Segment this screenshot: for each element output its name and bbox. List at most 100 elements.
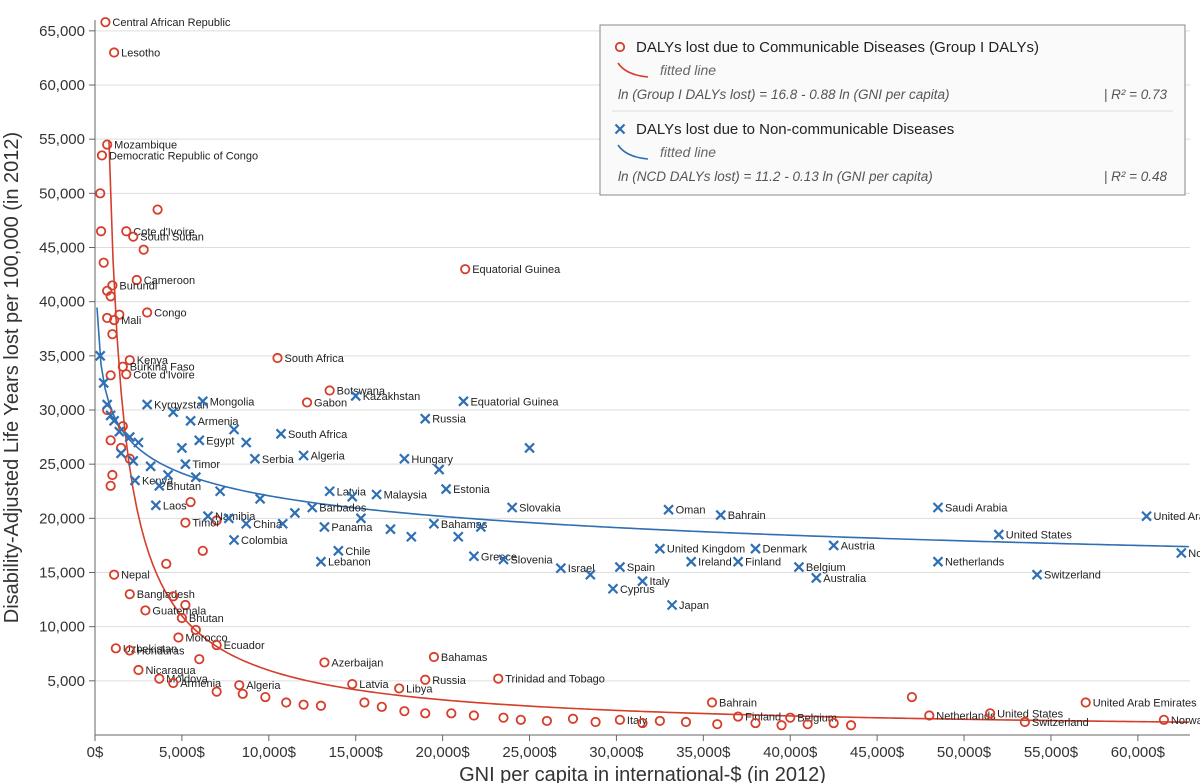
point-label: Finland bbox=[745, 712, 781, 724]
data-point-circle bbox=[360, 698, 368, 706]
y-tick-label: 10,000 bbox=[39, 619, 85, 636]
data-point-circle bbox=[494, 674, 502, 682]
point-label: Bahamas bbox=[441, 519, 488, 531]
data-point-circle bbox=[317, 702, 325, 710]
data-point-circle bbox=[682, 718, 690, 726]
point-label: Japan bbox=[679, 600, 709, 612]
point-label: Switzerland bbox=[1044, 570, 1101, 582]
data-point-circle bbox=[517, 716, 525, 724]
point-label: Mali bbox=[121, 315, 141, 327]
data-point-circle bbox=[908, 693, 916, 701]
data-point-circle bbox=[101, 18, 109, 26]
point-label: Slovenia bbox=[510, 555, 553, 567]
x-tick-label: 30,000$ bbox=[589, 744, 644, 761]
data-point-circle bbox=[303, 398, 311, 406]
point-label: Italy bbox=[627, 715, 648, 727]
point-label: Oman bbox=[676, 505, 706, 517]
x-tick-label: 40,000$ bbox=[763, 744, 818, 761]
data-point-circle bbox=[421, 709, 429, 717]
point-label: Democratic Republic of Congo bbox=[109, 150, 258, 162]
data-point-circle bbox=[299, 700, 307, 708]
data-point-circle bbox=[110, 48, 118, 56]
point-label: Nepal bbox=[121, 570, 150, 582]
data-point-circle bbox=[106, 482, 114, 490]
data-point-circle bbox=[470, 711, 478, 719]
legend-series1-sub: fitted line bbox=[660, 62, 716, 78]
data-point-circle bbox=[325, 386, 333, 394]
data-point-circle bbox=[708, 698, 716, 706]
legend-series2-sub: fitted line bbox=[660, 144, 716, 160]
x-tick-label: 50,000$ bbox=[937, 744, 992, 761]
data-point-circle bbox=[395, 684, 403, 692]
point-label: Denmark bbox=[762, 544, 807, 556]
data-point-circle bbox=[239, 690, 247, 698]
data-point-circle bbox=[139, 245, 147, 253]
point-label: United Kingdom bbox=[667, 544, 745, 556]
x-tick-label: 55,000$ bbox=[1024, 744, 1079, 761]
point-label: Hungary bbox=[411, 454, 453, 466]
y-tick-label: 65,000 bbox=[39, 23, 85, 40]
data-point-circle bbox=[616, 716, 624, 724]
data-point-circle bbox=[108, 330, 116, 338]
data-point-circle bbox=[320, 658, 328, 666]
point-label: Bhutan bbox=[189, 613, 224, 625]
data-point-circle bbox=[273, 354, 281, 362]
point-label: Azerbaijan bbox=[331, 657, 383, 669]
data-point-circle bbox=[98, 151, 106, 159]
scatter-chart: 0$5,000$10,000$15,000$20,000$25,000$30,0… bbox=[0, 0, 1200, 783]
point-label: Barbados bbox=[319, 503, 367, 515]
x-tick-label: 5,000$ bbox=[159, 744, 206, 761]
y-tick-label: 60,000 bbox=[39, 77, 85, 94]
y-tick-label: 50,000 bbox=[39, 185, 85, 202]
fitted-line bbox=[97, 308, 1189, 547]
point-label: Norway bbox=[1188, 548, 1200, 560]
data-point-circle bbox=[174, 633, 182, 641]
point-label: Norway bbox=[1171, 715, 1200, 727]
data-point-circle bbox=[430, 653, 438, 661]
data-point-circle bbox=[447, 709, 455, 717]
point-label: Armenia bbox=[198, 416, 240, 428]
point-label: United Arab Emirates bbox=[1154, 511, 1200, 523]
point-label: Kazakhstan bbox=[363, 391, 420, 403]
point-label: Bahrain bbox=[728, 510, 766, 522]
legend-series2-title: DALYs lost due to Non-communicable Disea… bbox=[636, 121, 954, 138]
data-point-circle bbox=[162, 560, 170, 568]
data-point-circle bbox=[99, 258, 107, 266]
point-label: Mongolia bbox=[210, 396, 256, 408]
point-label: Slovakia bbox=[519, 503, 561, 515]
data-point-circle bbox=[461, 265, 469, 273]
data-point-circle bbox=[282, 698, 290, 706]
point-label: Russia bbox=[432, 675, 467, 687]
data-point-circle bbox=[569, 715, 577, 723]
legend-series1-r2: | R² = 0.73 bbox=[1104, 87, 1168, 102]
point-label: Panama bbox=[331, 522, 373, 534]
point-label: South Africa bbox=[288, 429, 348, 441]
data-point-circle bbox=[378, 703, 386, 711]
data-point-circle bbox=[261, 693, 269, 701]
point-label: Finland bbox=[745, 557, 781, 569]
data-point-circle bbox=[106, 436, 114, 444]
data-point-circle bbox=[777, 721, 785, 729]
data-point-circle bbox=[108, 471, 116, 479]
y-tick-label: 35,000 bbox=[39, 348, 85, 365]
data-point-circle bbox=[181, 518, 189, 526]
data-point-circle bbox=[141, 606, 149, 614]
data-point-circle bbox=[400, 707, 408, 715]
point-label: South Africa bbox=[285, 353, 345, 365]
data-point-circle bbox=[122, 370, 130, 378]
y-tick-label: 15,000 bbox=[39, 565, 85, 582]
legend-series1-title: DALYs lost due to Communicable Diseases … bbox=[636, 39, 1039, 56]
point-label: Netherlands bbox=[945, 557, 1005, 569]
y-tick-label: 20,000 bbox=[39, 510, 85, 527]
data-point-circle bbox=[786, 713, 794, 721]
point-label: Serbia bbox=[262, 454, 295, 466]
data-point-circle bbox=[103, 140, 111, 148]
data-point-circle bbox=[110, 570, 118, 578]
data-point-circle bbox=[591, 718, 599, 726]
legend-series2-r2: | R² = 0.48 bbox=[1104, 169, 1168, 184]
data-point-circle bbox=[713, 720, 721, 728]
legend-series2-eq: ln (NCD DALYs lost) = 11.2 - 0.13 ln (GN… bbox=[618, 169, 933, 184]
x-axis-label: GNI per capita in international-$ (in 20… bbox=[459, 764, 826, 783]
point-label: Algeria bbox=[246, 680, 281, 692]
x-tick-label: 35,000$ bbox=[676, 744, 731, 761]
